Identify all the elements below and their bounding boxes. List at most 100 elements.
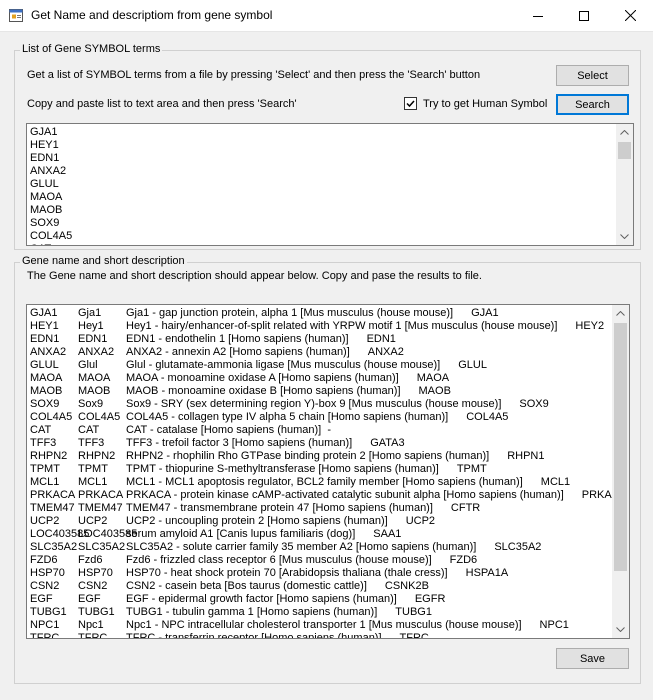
result-cell: EGF - epidermal growth factor [Homo sapi… bbox=[126, 593, 397, 605]
result-cell: Sox9 - SRY (sex determining region Y)-bo… bbox=[126, 398, 502, 410]
result-cell: TFRC bbox=[399, 632, 429, 639]
result-cell: EDN1 bbox=[78, 333, 108, 345]
result-line: HEY1 Hey1 Hey1 - hairy/enhancer-of-split r… bbox=[30, 320, 627, 333]
result-line: EDN1 EDN1 EDN1 - endothelin 1 [Homo sapien… bbox=[30, 333, 627, 346]
result-line: TUBG1 TUBG1 TUBG1 - tubulin gamma 1 [Homo … bbox=[30, 606, 627, 619]
symbol-line: CAT bbox=[30, 243, 72, 245]
symbol-line: MAOB bbox=[30, 204, 63, 216]
result-cell: SAA1 bbox=[373, 528, 402, 540]
chevron-up-icon bbox=[616, 311, 625, 316]
human-symbol-label[interactable]: Try to get Human Symbol bbox=[423, 98, 547, 110]
results-group-title: Gene name and short description bbox=[20, 255, 187, 267]
result-cell: TFF3 bbox=[78, 437, 105, 449]
search-button[interactable]: Search bbox=[556, 94, 629, 115]
result-line: ANXA2 ANXA2 ANXA2 - annexin A2 [Homo sapie… bbox=[30, 346, 627, 359]
result-cell: RHPN2 - rhophilin Rho GTPase binding pro… bbox=[126, 450, 490, 462]
result-cell: MCL1 - MCL1 apoptosis regulator, BCL2 fa… bbox=[126, 476, 523, 488]
result-cell: LOC403585 bbox=[30, 528, 90, 540]
result-cell: Hey1 - hairy/enhancer-of-split related w… bbox=[126, 320, 558, 332]
scroll-up-arrow[interactable] bbox=[612, 305, 629, 322]
result-cell: TPMT bbox=[456, 463, 487, 475]
maximize-button[interactable] bbox=[561, 0, 607, 31]
symbol-textarea-scrollbar[interactable] bbox=[616, 124, 633, 245]
result-cell: EDN1 - endothelin 1 [Homo sapiens (human… bbox=[126, 333, 349, 345]
scroll-thumb[interactable] bbox=[614, 323, 627, 571]
symbol-line: GJA1 bbox=[30, 126, 58, 138]
symbol-line: EDN1 bbox=[30, 152, 60, 164]
result-cell: RHPN1 bbox=[507, 450, 545, 462]
result-cell: Fzd6 - frizzled class receptor 6 [Mus mu… bbox=[126, 554, 432, 566]
symbol-line: SOX9 bbox=[30, 217, 60, 229]
result-cell: Sox9 bbox=[78, 398, 104, 410]
result-cell: MCL1 bbox=[540, 476, 571, 488]
result-cell: RHPN2 bbox=[78, 450, 116, 462]
result-cell: COL4A5 bbox=[30, 411, 73, 423]
result-cell: PRKACA bbox=[78, 489, 124, 501]
symbol-textarea[interactable]: GJA1HEY1EDN1ANXA2GLULMAOAMAOBSOX9COL4A5C… bbox=[26, 123, 634, 246]
chevron-down-icon bbox=[620, 234, 629, 239]
result-cell: GATA3 bbox=[370, 437, 405, 449]
result-cell: Npc1 - NPC intracellular cholesterol tra… bbox=[126, 619, 522, 631]
result-cell: CSN2 bbox=[30, 580, 60, 592]
result-cell: SOX9 bbox=[519, 398, 549, 410]
result-cell: TPMT bbox=[30, 463, 60, 475]
select-instruction: Get a list of SYMBOL terms from a file b… bbox=[27, 69, 481, 81]
result-cell: Fzd6 bbox=[78, 554, 103, 566]
result-cell: UCP2 bbox=[78, 515, 108, 527]
result-cell: TPMT - thiopurine S-methyltransferase [H… bbox=[126, 463, 439, 475]
result-cell: TUBG1 bbox=[395, 606, 432, 618]
result-cell: Glul bbox=[78, 359, 98, 371]
result-line: NPC1 Npc1 Npc1 - NPC intracellular cholest… bbox=[30, 619, 627, 632]
result-cell: CSNK2B bbox=[384, 580, 429, 592]
results-textarea[interactable]: GJA1 Gja1 Gja1 - gap junction protein, alp… bbox=[26, 304, 630, 639]
result-line: GJA1 Gja1 Gja1 - gap junction protein, alp… bbox=[30, 307, 627, 320]
result-cell: MAOA bbox=[416, 372, 450, 384]
result-cell: SOX9 bbox=[30, 398, 60, 410]
checkmark-icon bbox=[406, 100, 415, 108]
result-cell: GLUL bbox=[30, 359, 59, 371]
scroll-thumb[interactable] bbox=[618, 142, 631, 159]
result-cell: MAOA - monoamine oxidase A [Homo sapiens… bbox=[126, 372, 399, 384]
result-line: CSN2 CSN2 CSN2 - casein beta [Bos taurus (… bbox=[30, 580, 627, 593]
save-button[interactable]: Save bbox=[556, 648, 629, 669]
result-line: FZD6 Fzd6 Fzd6 - frizzled class receptor 6… bbox=[30, 554, 627, 567]
title-bar[interactable]: Get Name and descriptiom from gene symbo… bbox=[0, 0, 653, 32]
result-cell: TMEM47 bbox=[78, 502, 123, 514]
result-cell: MAOB bbox=[30, 385, 63, 397]
select-button[interactable]: Select bbox=[556, 65, 629, 86]
result-cell: CSN2 bbox=[78, 580, 108, 592]
result-cell: Gja1 bbox=[78, 307, 102, 319]
result-cell: HEY1 bbox=[30, 320, 59, 332]
close-button[interactable] bbox=[607, 0, 653, 31]
result-cell: FZD6 bbox=[30, 554, 58, 566]
human-symbol-checkbox[interactable] bbox=[404, 97, 417, 110]
minimize-button[interactable] bbox=[515, 0, 561, 31]
result-cell: EDN1 bbox=[30, 333, 60, 345]
symbol-line: MAOA bbox=[30, 191, 63, 203]
result-cell: TFRC bbox=[78, 632, 108, 639]
results-textarea-scrollbar[interactable] bbox=[612, 305, 629, 638]
scroll-down-arrow[interactable] bbox=[612, 621, 629, 638]
result-cell: CAT bbox=[30, 424, 52, 436]
result-cell: TUBG1 bbox=[78, 606, 115, 618]
window-title: Get Name and descriptiom from gene symbo… bbox=[31, 8, 273, 22]
scroll-up-arrow[interactable] bbox=[616, 124, 633, 141]
result-cell: COL4A5 bbox=[78, 411, 121, 423]
result-cell: SLC35A2 bbox=[78, 541, 126, 553]
scroll-down-arrow[interactable] bbox=[616, 228, 633, 245]
result-cell: ANXA2 bbox=[367, 346, 404, 358]
result-cell: EGF bbox=[30, 593, 53, 605]
result-cell: Hey1 bbox=[78, 320, 104, 332]
result-cell: PRKACA - protein kinase cAMP-activated c… bbox=[126, 489, 564, 501]
result-cell: GLUL bbox=[458, 359, 487, 371]
symbol-line: HEY1 bbox=[30, 139, 59, 151]
result-cell: UCP2 bbox=[405, 515, 436, 527]
result-cell: FZD6 bbox=[449, 554, 478, 566]
result-line: TFF3 TFF3 TFF3 - trefoil factor 3 [Homo sa… bbox=[30, 437, 627, 450]
result-cell: PRKACA bbox=[30, 489, 76, 501]
result-cell: serum amyloid A1 [Canis lupus familiaris… bbox=[126, 528, 356, 540]
result-cell: Glul - glutamate-ammonia ligase [Mus mus… bbox=[126, 359, 441, 371]
result-line: COL4A5 COL4A5 COL4A5 - collagen type IV al… bbox=[30, 411, 627, 424]
result-cell: HSPA1A bbox=[465, 567, 509, 579]
result-line: EGF EGF EGF - epidermal growth factor [Hom… bbox=[30, 593, 627, 606]
